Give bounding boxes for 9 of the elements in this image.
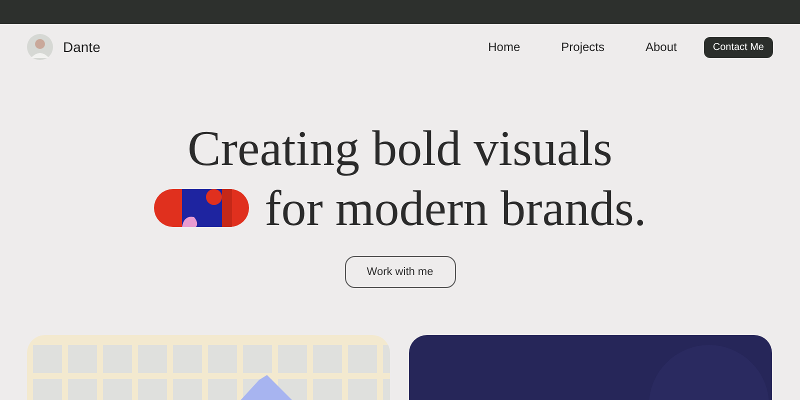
nav-link[interactable]: About xyxy=(646,38,677,56)
nav-link[interactable]: Projects xyxy=(561,38,604,56)
contact-button[interactable]: Contact Me xyxy=(704,36,773,58)
work-with-me-button[interactable]: Work with me xyxy=(344,256,456,288)
nav-link[interactable]: Home xyxy=(488,38,520,56)
headline: for modern brands. xyxy=(264,179,646,238)
headline: Creating bold visuals xyxy=(188,119,612,178)
avatar xyxy=(27,34,53,60)
site-name: Dante xyxy=(63,38,100,56)
